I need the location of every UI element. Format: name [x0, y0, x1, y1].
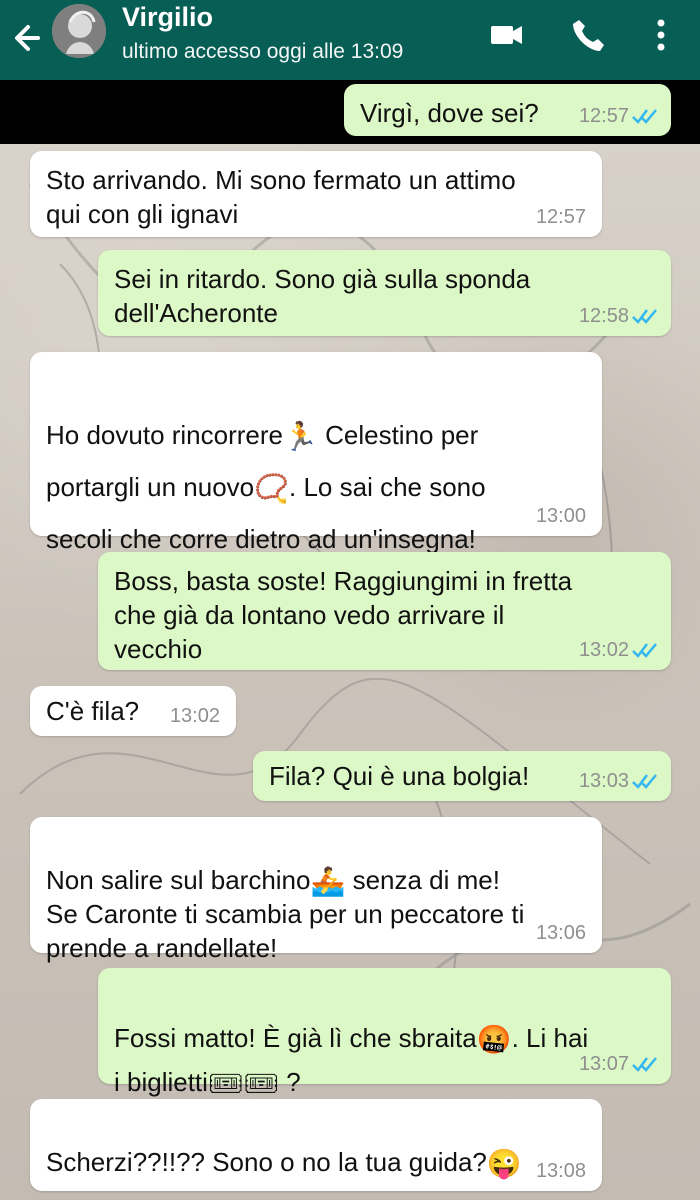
message-text: Sei in ritardo. Sono già sulla sponda de…	[114, 264, 531, 328]
rowboat-emoji: 🚣	[310, 866, 346, 898]
message-text: Sto arrivando. Mi sono fermato un attimo…	[46, 165, 516, 229]
read-receipt-icon	[632, 643, 657, 658]
message-time: 13:02	[169, 705, 220, 727]
ticket-emoji: 🎟	[243, 1068, 280, 1100]
contact-name[interactable]: Virgilio	[122, 2, 213, 33]
chat-header: Virgilio ultimo accesso oggi alle 13:09	[0, 0, 700, 80]
message-outgoing[interactable]: Fossi matto! È già lì che sbraita🤬. Li h…	[98, 968, 671, 1098]
message-text-part: Scherzi??!!?? Sono o no la tua guida?	[46, 1147, 487, 1177]
message-text: Virgì, dove sei?	[360, 98, 539, 128]
message-incoming[interactable]: Scherzi??!!?? Sono o no la tua guida?😜 1…	[30, 1099, 602, 1191]
winking-tongue-emoji: 😜	[486, 1148, 522, 1180]
message-text: Ho dovuto rincorrere🏃 Celestino per port…	[46, 357, 486, 565]
video-call-icon[interactable]	[485, 14, 527, 56]
message-text: Non salire sul barchino🚣 senza di me! Se…	[46, 829, 524, 965]
message-time: 13:03	[578, 770, 629, 792]
angry-face-emoji: 🤬	[476, 1024, 512, 1056]
phone-call-icon[interactable]	[568, 14, 610, 56]
message-time: 13:07	[578, 1053, 629, 1075]
message-outgoing[interactable]: Fila? Qui è una bolgia! 13:03	[253, 751, 671, 801]
ticket-emoji: 🎟	[207, 1068, 244, 1100]
read-receipt-icon	[632, 774, 657, 789]
read-receipt-icon	[632, 109, 657, 124]
contact-avatar[interactable]	[52, 4, 106, 58]
message-outgoing[interactable]: Sei in ritardo. Sono già sulla sponda de…	[98, 250, 671, 336]
message-outgoing[interactable]: Boss, basta soste! Raggiungimi in fretta…	[98, 552, 671, 670]
message-incoming[interactable]: Ho dovuto rincorrere🏃 Celestino per port…	[30, 352, 602, 554]
message-text-part: Fossi matto! È già lì che sbraita	[114, 1023, 477, 1053]
back-arrow-icon[interactable]	[8, 20, 44, 56]
read-receipt-icon	[632, 309, 657, 324]
read-receipt-icon	[632, 1057, 657, 1072]
message-text: C'è fila?	[46, 696, 140, 726]
message-text: Fossi matto! È già lì che sbraita🤬. Li h…	[114, 972, 588, 1104]
message-time: 12:58	[578, 305, 629, 327]
message-incoming[interactable]: Non salire sul barchino🚣 senza di me! Se…	[30, 817, 602, 963]
message-text-part: Non salire sul barchino	[46, 865, 311, 895]
message-time: 13:06	[535, 922, 586, 944]
menu-vertical-dots-icon[interactable]	[640, 14, 682, 56]
message-text-part: Ho dovuto rincorrere	[46, 420, 283, 450]
message-text-part: ?	[279, 1067, 301, 1097]
prayer-beads-emoji: 📿	[254, 473, 290, 505]
last-seen-status: ultimo accesso oggi alle 13:09	[122, 40, 404, 63]
runner-emoji: 🏃	[283, 421, 318, 453]
message-time: 13:02	[578, 639, 629, 661]
message-time: 13:08	[535, 1160, 586, 1182]
message-text: Scherzi??!!?? Sono o no la tua guida?😜	[46, 1111, 522, 1179]
avatar-portrait-icon	[52, 4, 106, 58]
message-time: 13:00	[535, 505, 586, 527]
message-text: Fila? Qui è una bolgia!	[269, 761, 530, 791]
message-incoming[interactable]: Sto arrivando. Mi sono fermato un attimo…	[30, 151, 602, 237]
message-time: 12:57	[578, 105, 629, 127]
message-incoming[interactable]: C'è fila? 13:02	[30, 686, 236, 736]
message-text: Boss, basta soste! Raggiungimi in fretta…	[114, 566, 573, 664]
message-outgoing[interactable]: Virgì, dove sei? 12:57	[344, 84, 671, 136]
message-time: 12:57	[535, 206, 586, 228]
